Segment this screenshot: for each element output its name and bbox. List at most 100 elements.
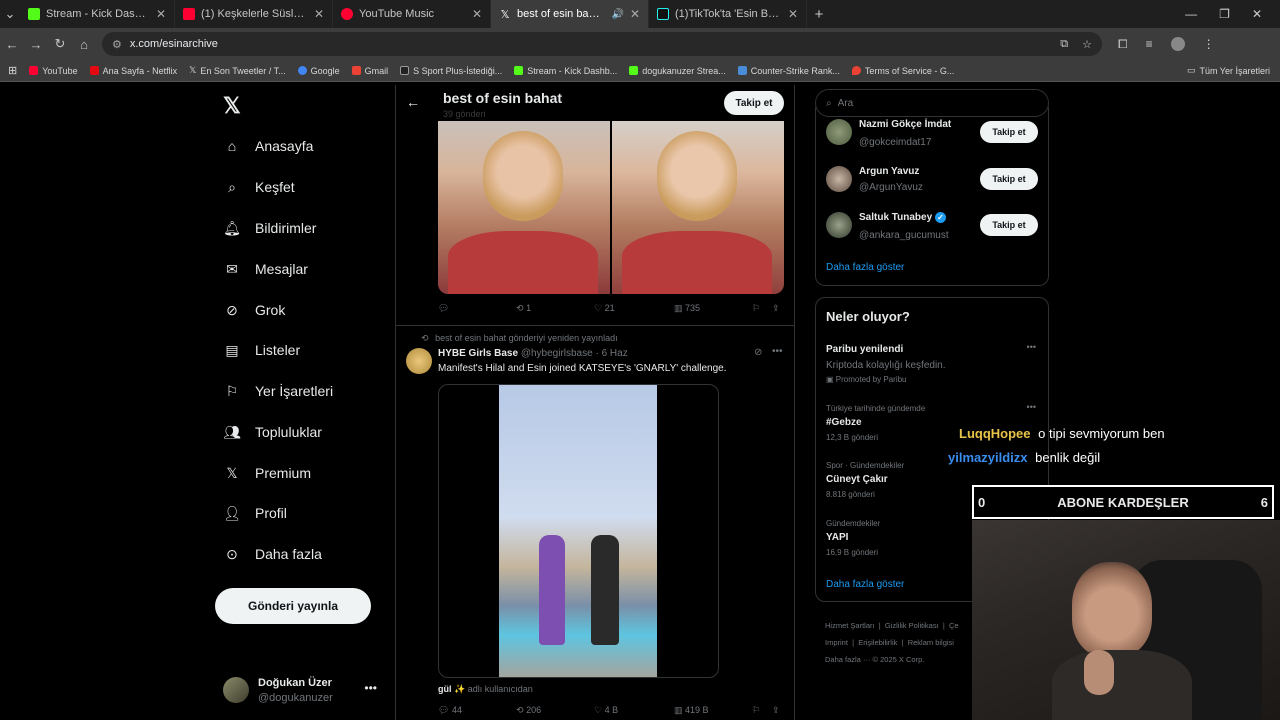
- avatar[interactable]: [826, 119, 852, 145]
- bookmark-icon[interactable]: ⚐: [752, 303, 760, 314]
- post-button[interactable]: Gönderi yayınla: [215, 588, 371, 624]
- grok-icon[interactable]: ⊘: [754, 347, 762, 358]
- nav-more[interactable]: ⊙ Daha fazla: [223, 545, 322, 563]
- speaker-icon[interactable]: 🔊: [611, 9, 623, 20]
- repost-action[interactable]: ⟲ 206: [516, 705, 541, 716]
- more-icon[interactable]: •••: [364, 681, 377, 695]
- bookmark[interactable]: Ana Sayfa - Netflix: [89, 66, 177, 76]
- close-icon[interactable]: ✕: [788, 7, 798, 21]
- bookmark[interactable]: Counter-Strike Rank...: [737, 66, 840, 76]
- account-switcher[interactable]: Doğukan Üzer @dogukanuzer •••: [223, 675, 391, 709]
- footer-link[interactable]: Çe: [949, 621, 959, 630]
- browser-tab[interactable]: Stream - Kick Dashboard ✕: [20, 0, 175, 28]
- suggestion-name[interactable]: Argun Yavuz: [859, 166, 919, 177]
- views-action[interactable]: ▥ 735: [674, 303, 700, 314]
- more-icon[interactable]: •••: [1027, 402, 1036, 412]
- avatar[interactable]: [826, 166, 852, 192]
- avatar[interactable]: [826, 212, 852, 238]
- video-frame[interactable]: [499, 385, 657, 677]
- nav-profile[interactable]: 👤︎ Profil: [223, 504, 287, 522]
- nav-premium[interactable]: 𝕏 Premium: [223, 464, 311, 482]
- footer-link[interactable]: Hizmet Şartları: [825, 621, 875, 630]
- video-player[interactable]: [438, 384, 719, 678]
- bookmark[interactable]: YouTube: [29, 66, 78, 76]
- nav-grok[interactable]: ⊘ Grok: [223, 301, 285, 319]
- x-logo-icon[interactable]: 𝕏: [223, 93, 241, 119]
- share-icon[interactable]: ⇪: [772, 303, 780, 314]
- author-name[interactable]: HYBE Girls Base: [438, 348, 518, 359]
- author-handle[interactable]: @hybegirlsbase: [521, 348, 593, 359]
- site-info-icon[interactable]: ⚙: [112, 38, 122, 51]
- nav-notifications[interactable]: 🔔︎ Bildirimler: [223, 219, 316, 237]
- follow-button[interactable]: Takip et: [980, 214, 1038, 236]
- minimize-icon[interactable]: —: [1185, 7, 1197, 21]
- tab-search-icon[interactable]: ⌄: [0, 6, 20, 22]
- browser-tab-active[interactable]: 𝕏 best of esin bahat (@esinarchive) 🔊 ✕: [491, 0, 649, 28]
- audio-user[interactable]: gül ✨: [438, 684, 465, 694]
- browser-tab[interactable]: (1) Keşkelerle Süslenen Sonbahar ✕: [175, 0, 333, 28]
- reload-icon[interactable]: ↻: [48, 36, 72, 52]
- nav-lists[interactable]: ▤ Listeler: [223, 341, 300, 359]
- back-arrow-icon[interactable]: ←: [406, 94, 420, 110]
- footer-link[interactable]: Erişilebilirlik: [858, 638, 897, 647]
- nav-communities[interactable]: 👥︎ Topluluklar: [223, 423, 322, 441]
- close-icon[interactable]: ✕: [314, 7, 324, 21]
- avatar[interactable]: [406, 348, 432, 374]
- reply-action[interactable]: 💬︎ 44: [438, 705, 462, 716]
- bookmark[interactable]: dogukanuzer Strea...: [629, 66, 726, 76]
- more-icon[interactable]: •••: [772, 346, 783, 357]
- menu-icon[interactable]: ⋮: [1203, 37, 1215, 52]
- bookmark[interactable]: Terms of Service - G...: [851, 66, 954, 76]
- footer-link[interactable]: Gizlilik Politikası: [885, 621, 939, 630]
- nav-bookmarks[interactable]: ⚐ Yer İşaretleri: [223, 382, 333, 400]
- apps-icon[interactable]: ⊞: [8, 64, 17, 77]
- follow-button[interactable]: Takip et: [724, 91, 784, 115]
- suggestion-name[interactable]: Nazmi Gökçe İmdat: [859, 119, 951, 130]
- photo[interactable]: [438, 121, 610, 294]
- suggestion-row[interactable]: Nazmi Gökçe İmdat @gokceimdat17 Takip et: [816, 115, 1048, 155]
- follow-button[interactable]: Takip et: [980, 168, 1038, 190]
- bookmark-star-icon[interactable]: ☆: [1082, 38, 1092, 51]
- views-action[interactable]: ▥ 419 B: [674, 705, 709, 716]
- show-more-link[interactable]: Daha fazla göster: [826, 579, 904, 590]
- bookmark[interactable]: S Sport Plus-İstediği...: [400, 66, 502, 76]
- url-input[interactable]: ⚙ x.com/esinarchive ⧉ ☆: [102, 32, 1102, 56]
- bookmark[interactable]: Stream - Kick Dashb...: [514, 66, 617, 76]
- new-tab-button[interactable]: +: [807, 6, 831, 23]
- restore-icon[interactable]: ❐: [1219, 7, 1230, 21]
- nav-messages[interactable]: ✉ Mesajlar: [223, 260, 308, 278]
- trend-item[interactable]: Paribu yenilendi Kriptoda kolaylığı keşf…: [816, 342, 1048, 388]
- media-icon[interactable]: ≡: [1146, 37, 1153, 52]
- back-icon[interactable]: ←: [0, 37, 24, 52]
- home-icon[interactable]: ⌂: [72, 37, 96, 52]
- forward-icon[interactable]: →: [24, 37, 48, 52]
- close-window-icon[interactable]: ✕: [1252, 7, 1262, 21]
- like-action[interactable]: ♡ 21: [594, 303, 615, 314]
- post-media[interactable]: [438, 121, 784, 294]
- reply-icon[interactable]: 💬︎: [438, 303, 449, 314]
- nav-explore[interactable]: ⌕ Keşfet: [223, 178, 295, 196]
- suggestion-row[interactable]: Argun Yavuz @ArgunYavuz Takip et: [816, 162, 1048, 202]
- repost-action[interactable]: ⟲ 1: [516, 303, 531, 314]
- all-bookmarks[interactable]: ▭ Tüm Yer İşaretleri: [1187, 65, 1280, 76]
- footer-link[interactable]: Reklam bilgisi: [908, 638, 954, 647]
- nav-home[interactable]: ⌂ Anasayfa: [223, 137, 314, 155]
- close-icon[interactable]: ✕: [156, 7, 166, 21]
- bookmark[interactable]: Google: [297, 66, 340, 76]
- like-action[interactable]: ♡ 4 B: [594, 705, 618, 716]
- profile-avatar-icon[interactable]: [1170, 36, 1185, 51]
- install-icon[interactable]: ⧉: [1060, 38, 1068, 51]
- suggestion-name-row[interactable]: Saltuk Tunabey ✓: [859, 212, 946, 223]
- photo[interactable]: [612, 121, 784, 294]
- extensions-icon[interactable]: ⧠: [1118, 37, 1128, 52]
- browser-tab[interactable]: YouTube Music ✕: [333, 0, 491, 28]
- footer-link[interactable]: Imprint: [825, 638, 848, 647]
- close-icon[interactable]: ✕: [630, 7, 640, 21]
- bookmark[interactable]: Gmail: [351, 66, 388, 76]
- suggestion-row[interactable]: Saltuk Tunabey ✓ @ankara_gucumust Takip …: [816, 208, 1048, 248]
- post-time[interactable]: · 6 Haz: [595, 348, 627, 359]
- follow-button[interactable]: Takip et: [980, 121, 1038, 143]
- close-icon[interactable]: ✕: [472, 7, 482, 21]
- bookmark-icon[interactable]: ⚐: [752, 705, 760, 716]
- browser-tab[interactable]: (1)TikTok'ta 'Esin Bahat' bulabilir ✕: [649, 0, 807, 28]
